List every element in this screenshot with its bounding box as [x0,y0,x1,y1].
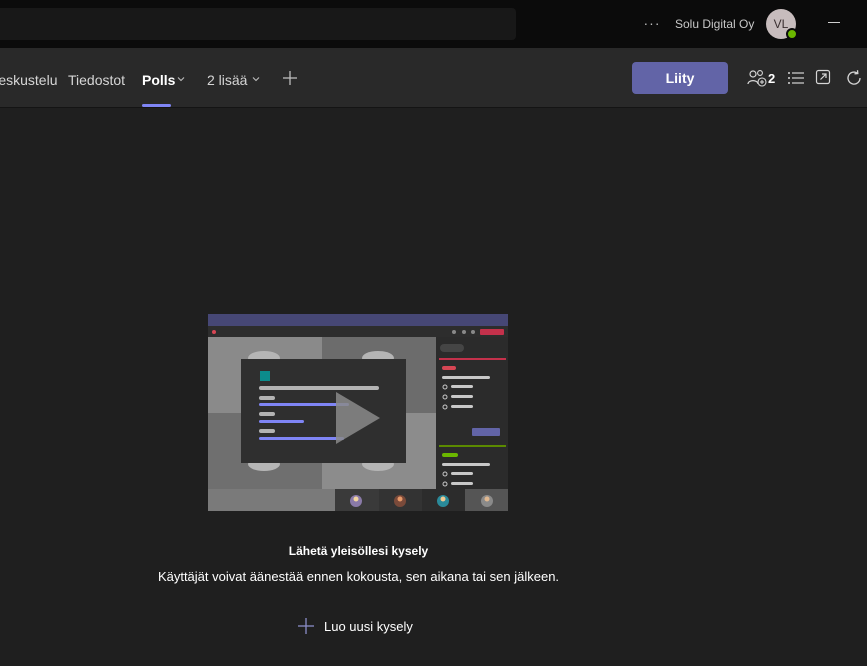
organization-name: Solu Digital Oy [675,17,755,31]
plus-icon [298,618,314,634]
presence-status-icon [786,28,798,40]
chevron-down-icon[interactable] [176,74,186,84]
refresh-icon[interactable] [845,69,863,87]
participants-icon[interactable] [747,69,767,87]
active-tab-indicator [142,104,171,107]
minimize-window-button[interactable] [828,22,840,23]
title-bar: ··· Solu Digital Oy VL [0,0,867,48]
empty-state-description: Käyttäjät voivat äänestää ennen kokousta… [157,569,560,584]
tab-polls[interactable]: Polls [142,72,175,88]
tab-files[interactable]: Tiedostot [68,72,125,88]
more-options-icon[interactable]: ··· [642,14,662,32]
chevron-down-icon[interactable] [251,74,261,84]
add-tab-icon[interactable] [282,70,298,86]
tab-more[interactable]: 2 lisää [207,72,247,88]
list-icon[interactable] [787,70,805,86]
search-box[interactable] [0,8,516,40]
polls-illustration [208,314,508,511]
participant-count: 2 [768,71,776,86]
tab-conversation[interactable]: Keskustelu [0,72,57,88]
channel-tab-bar: Keskustelu Tiedostot Polls 2 lisää Liity… [0,48,867,108]
empty-state-title: Lähetä yleisöllesi kysely [288,544,429,558]
join-meeting-button[interactable]: Liity [632,62,728,94]
pop-out-icon[interactable] [815,69,831,85]
create-new-poll-label: Luo uusi kysely [324,619,413,634]
